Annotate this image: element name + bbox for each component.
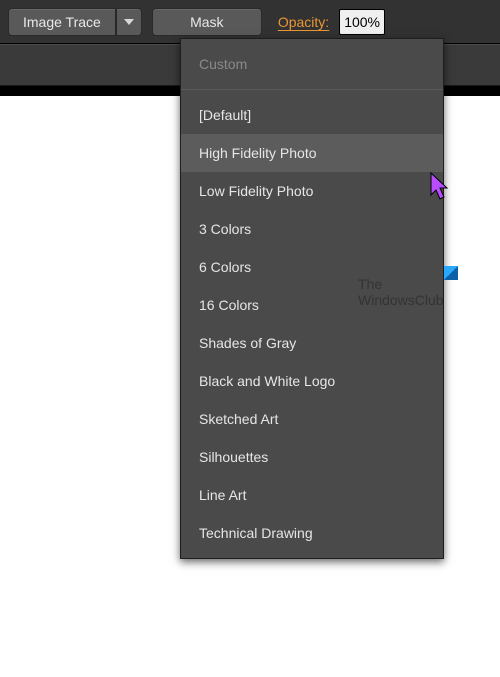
image-trace-label: Image Trace <box>23 14 101 30</box>
menu-item-preset[interactable]: High Fidelity Photo <box>181 134 443 172</box>
menu-item-preset[interactable]: Silhouettes <box>181 438 443 476</box>
opacity-field[interactable]: 100% <box>339 9 385 35</box>
menu-item-preset[interactable]: 16 Colors <box>181 286 443 324</box>
menu-item-preset[interactable]: Black and White Logo <box>181 362 443 400</box>
menu-item-preset[interactable]: 6 Colors <box>181 248 443 286</box>
mask-label: Mask <box>190 14 223 30</box>
menu-item-preset[interactable]: 3 Colors <box>181 210 443 248</box>
chevron-down-icon <box>124 19 134 25</box>
menu-item-custom: Custom <box>181 45 443 83</box>
mask-button[interactable]: Mask <box>152 8 262 36</box>
image-trace-preset-menu: Custom [Default]High Fidelity PhotoLow F… <box>180 38 444 559</box>
menu-item-preset[interactable]: [Default] <box>181 96 443 134</box>
menu-item-preset[interactable]: Low Fidelity Photo <box>181 172 443 210</box>
image-trace-button[interactable]: Image Trace <box>8 8 116 36</box>
preset-list: [Default]High Fidelity PhotoLow Fidelity… <box>181 90 443 558</box>
image-trace-button-group: Image Trace <box>8 8 142 36</box>
opacity-label[interactable]: Opacity: <box>278 14 329 30</box>
opacity-value: 100% <box>344 14 380 30</box>
menu-item-preset[interactable]: Technical Drawing <box>181 514 443 552</box>
image-trace-dropdown-toggle[interactable] <box>116 8 142 36</box>
menu-item-preset[interactable]: Shades of Gray <box>181 324 443 362</box>
menu-item-preset[interactable]: Sketched Art <box>181 400 443 438</box>
menu-item-preset[interactable]: Line Art <box>181 476 443 514</box>
